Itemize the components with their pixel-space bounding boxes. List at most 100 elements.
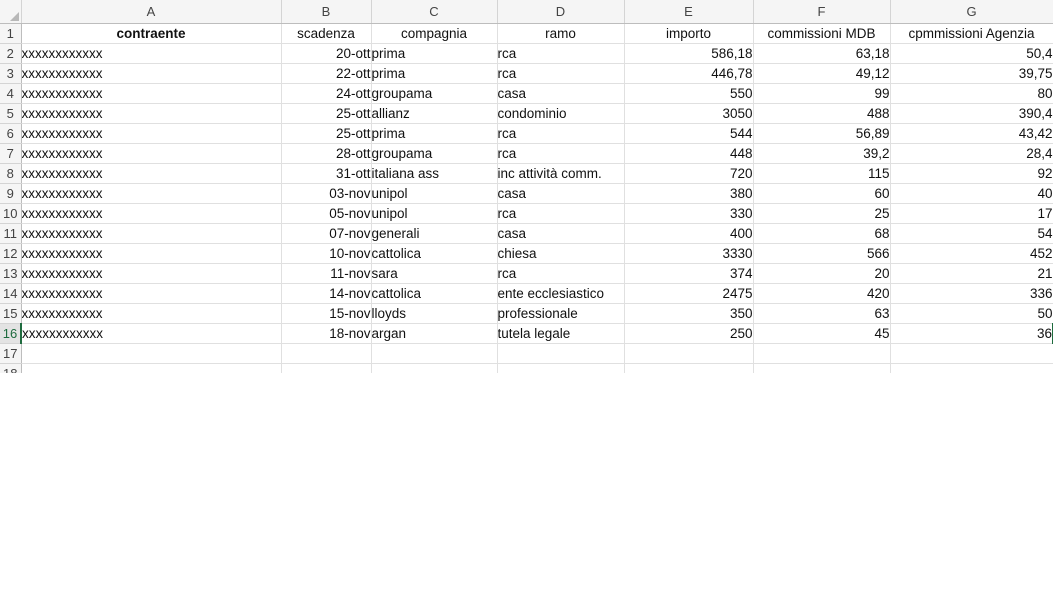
row-header[interactable]: 2 (0, 43, 22, 64)
cell-scadenza[interactable]: 25-ott (281, 123, 372, 144)
cell-contraente[interactable]: xxxxxxxxxxxx (21, 323, 282, 344)
cell-header-importo[interactable]: importo (624, 23, 754, 44)
cell-scadenza[interactable]: 14-nov (281, 283, 372, 304)
cell-contraente[interactable]: xxxxxxxxxxxx (21, 63, 282, 84)
cell-scadenza[interactable]: 20-ott (281, 43, 372, 64)
cell-importo[interactable]: 374 (624, 263, 754, 284)
cell-compagnia[interactable]: italiana ass (371, 163, 498, 184)
cell-compagnia[interactable]: prima (371, 123, 498, 144)
cell-scadenza[interactable]: 15-nov (281, 303, 372, 324)
cell-commissioni-agenzia[interactable]: 54 (890, 223, 1053, 244)
cell-scadenza[interactable]: 24-ott (281, 83, 372, 104)
cell-ramo[interactable]: rca (497, 143, 625, 164)
column-header-d[interactable]: D (497, 0, 625, 24)
cell-commissioni-mdb[interactable]: 20 (753, 263, 891, 284)
row-header[interactable]: 9 (0, 183, 22, 204)
empty-cell[interactable] (753, 363, 891, 373)
cell-contraente[interactable]: xxxxxxxxxxxx (21, 263, 282, 284)
cell-scadenza[interactable]: 11-nov (281, 263, 372, 284)
empty-cell[interactable] (21, 343, 282, 364)
cell-ramo[interactable]: inc attività comm. (497, 163, 625, 184)
cell-contraente[interactable]: xxxxxxxxxxxx (21, 203, 282, 224)
empty-cell[interactable] (890, 343, 1053, 364)
empty-cell[interactable] (497, 363, 625, 373)
cell-commissioni-mdb[interactable]: 115 (753, 163, 891, 184)
cell-scadenza[interactable]: 10-nov (281, 243, 372, 264)
cell-scadenza[interactable]: 05-nov (281, 203, 372, 224)
cell-compagnia[interactable]: allianz (371, 103, 498, 124)
cell-compagnia[interactable]: generali (371, 223, 498, 244)
cell-ramo[interactable]: ente ecclesiastico (497, 283, 625, 304)
cell-importo[interactable]: 3050 (624, 103, 754, 124)
cell-header-compagnia[interactable]: compagnia (371, 23, 498, 44)
cell-commissioni-agenzia[interactable]: 452 (890, 243, 1053, 264)
cell-importo[interactable]: 448 (624, 143, 754, 164)
cell-scadenza[interactable]: 31-ott (281, 163, 372, 184)
cell-ramo[interactable]: casa (497, 223, 625, 244)
cell-commissioni-mdb[interactable]: 566 (753, 243, 891, 264)
cell-commissioni-mdb[interactable]: 68 (753, 223, 891, 244)
cell-header-contraente[interactable]: contraente (21, 23, 282, 44)
cell-commissioni-mdb[interactable]: 39,2 (753, 143, 891, 164)
cell-contraente[interactable]: xxxxxxxxxxxx (21, 123, 282, 144)
cell-scadenza[interactable]: 22-ott (281, 63, 372, 84)
empty-cell[interactable] (624, 363, 754, 373)
cell-importo[interactable]: 446,78 (624, 63, 754, 84)
cell-header-ramo[interactable]: ramo (497, 23, 625, 44)
row-header[interactable]: 13 (0, 263, 22, 284)
cell-scadenza[interactable]: 03-nov (281, 183, 372, 204)
cell-contraente[interactable]: xxxxxxxxxxxx (21, 303, 282, 324)
cell-commissioni-mdb[interactable]: 488 (753, 103, 891, 124)
cell-importo[interactable]: 250 (624, 323, 754, 344)
cell-header-scadenza[interactable]: scadenza (281, 23, 372, 44)
cell-commissioni-agenzia[interactable]: 50,4 (890, 43, 1053, 64)
cell-ramo[interactable]: condominio (497, 103, 625, 124)
cell-compagnia[interactable]: sara (371, 263, 498, 284)
spreadsheet-grid[interactable]: A B C D E F G 1 contraente scadenza comp… (0, 0, 1053, 373)
row-header[interactable]: 7 (0, 143, 22, 164)
column-header-e[interactable]: E (624, 0, 754, 24)
cell-compagnia[interactable]: unipol (371, 203, 498, 224)
cell-commissioni-agenzia[interactable]: 92 (890, 163, 1053, 184)
column-header-f[interactable]: F (753, 0, 891, 24)
cell-commissioni-agenzia[interactable]: 21 (890, 263, 1053, 284)
cell-compagnia[interactable]: cattolica (371, 283, 498, 304)
empty-cell[interactable] (371, 363, 498, 373)
cell-commissioni-mdb[interactable]: 99 (753, 83, 891, 104)
cell-compagnia[interactable]: unipol (371, 183, 498, 204)
column-header-b[interactable]: B (281, 0, 372, 24)
cell-importo[interactable]: 550 (624, 83, 754, 104)
row-header[interactable]: 15 (0, 303, 22, 324)
row-header[interactable]: 10 (0, 203, 22, 224)
cell-scadenza[interactable]: 18-nov (281, 323, 372, 344)
row-header[interactable]: 16 (0, 323, 22, 344)
cell-commissioni-agenzia[interactable]: 40 (890, 183, 1053, 204)
cell-commissioni-agenzia[interactable]: 336 (890, 283, 1053, 304)
cell-compagnia[interactable]: lloyds (371, 303, 498, 324)
cell-importo[interactable]: 400 (624, 223, 754, 244)
cell-header-commissioni-agenzia[interactable]: cpmmissioni Agenzia (890, 23, 1053, 44)
column-header-g[interactable]: G (890, 0, 1053, 24)
cell-commissioni-mdb[interactable]: 25 (753, 203, 891, 224)
cell-ramo[interactable]: rca (497, 123, 625, 144)
cell-contraente[interactable]: xxxxxxxxxxxx (21, 243, 282, 264)
cell-importo[interactable]: 330 (624, 203, 754, 224)
cell-ramo[interactable]: casa (497, 83, 625, 104)
cell-scadenza[interactable]: 28-ott (281, 143, 372, 164)
cell-commissioni-agenzia[interactable]: 43,42 (890, 123, 1053, 144)
row-header[interactable]: 6 (0, 123, 22, 144)
select-all-button[interactable] (0, 0, 22, 24)
cell-commissioni-agenzia[interactable]: 39,75 (890, 63, 1053, 84)
cell-commissioni-mdb[interactable]: 49,12 (753, 63, 891, 84)
cell-contraente[interactable]: xxxxxxxxxxxx (21, 103, 282, 124)
cell-commissioni-agenzia[interactable]: 80 (890, 83, 1053, 104)
cell-ramo[interactable]: tutela legale (497, 323, 625, 344)
cell-importo[interactable]: 544 (624, 123, 754, 144)
empty-cell[interactable] (281, 343, 372, 364)
cell-importo[interactable]: 350 (624, 303, 754, 324)
row-header[interactable]: 11 (0, 223, 22, 244)
cell-commissioni-mdb[interactable]: 45 (753, 323, 891, 344)
row-header[interactable]: 3 (0, 63, 22, 84)
cell-commissioni-agenzia[interactable]: 390,4 (890, 103, 1053, 124)
cell-compagnia[interactable]: cattolica (371, 243, 498, 264)
